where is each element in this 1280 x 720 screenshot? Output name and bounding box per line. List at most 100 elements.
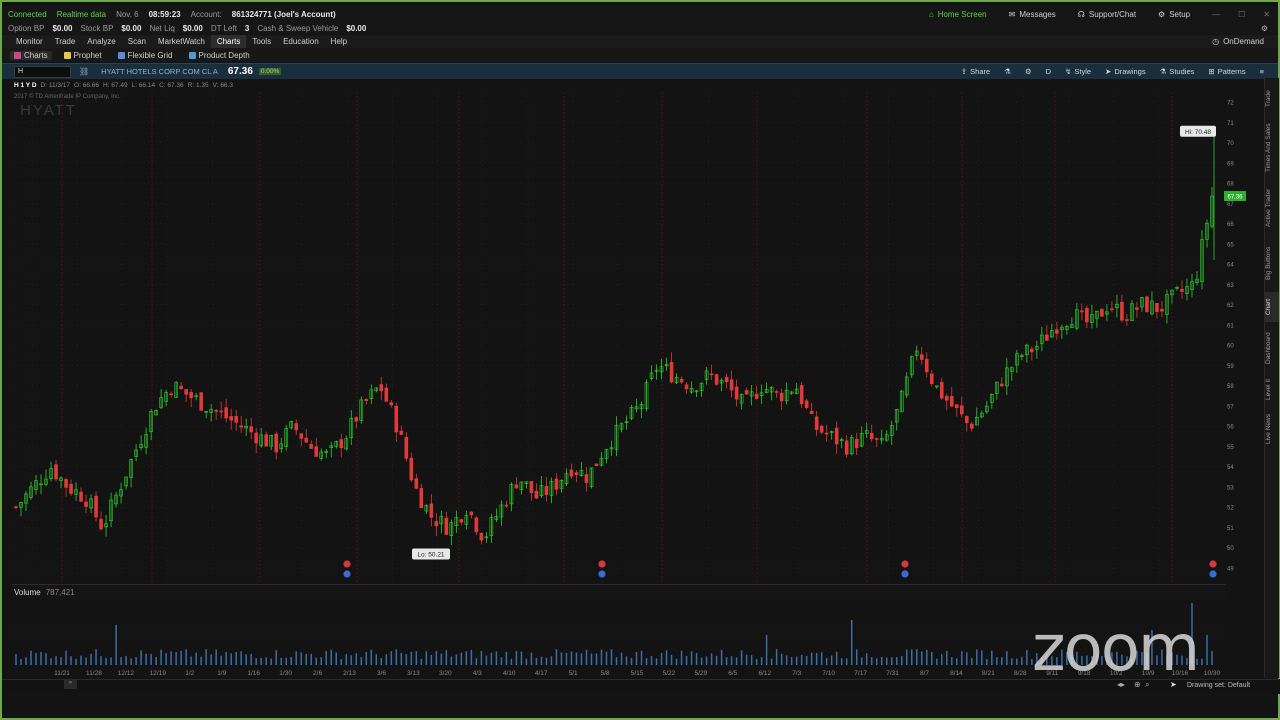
- setup-link[interactable]: ⚙ Setup: [1158, 10, 1190, 19]
- symbol-input[interactable]: H: [14, 65, 71, 78]
- account-select[interactable]: 861324771 (Joel's Account): [232, 10, 336, 19]
- subtab-prophet[interactable]: Prophet: [60, 51, 106, 60]
- time-tick-label: 8/7: [920, 670, 929, 677]
- balance-value: $0.00: [121, 23, 142, 33]
- candle-body: [479, 532, 484, 541]
- candle-body: [944, 395, 949, 401]
- right-tab-big-buttons[interactable]: Big Buttons: [1265, 238, 1279, 288]
- candle-body: [249, 426, 253, 433]
- settings-gear-icon[interactable]: ⚙: [1261, 24, 1268, 33]
- ohlc-close: C: 67.36: [159, 81, 184, 89]
- balance-value: $0.00: [52, 23, 73, 33]
- subtab-label: Charts: [24, 50, 48, 60]
- charts-icon: [14, 51, 21, 59]
- style-button[interactable]: ↯ Style: [1065, 67, 1091, 76]
- subtab-flexible-grid[interactable]: Flexible Grid: [114, 51, 177, 60]
- right-tab-active-trader[interactable]: Active Trader: [1265, 182, 1279, 234]
- subtab-charts[interactable]: Charts: [10, 50, 52, 60]
- flask-button[interactable]: ⚗: [1004, 67, 1011, 76]
- menu-help[interactable]: Help: [325, 35, 353, 48]
- maximize-button[interactable]: ☐: [1238, 10, 1245, 19]
- status-time: 08:59:23: [148, 9, 181, 19]
- candle-body: [534, 490, 539, 499]
- candle-body: [1160, 308, 1164, 312]
- price-tick-label: 52: [1227, 506, 1234, 512]
- chart-subtabs: Charts Prophet Flexible Grid Product Dep…: [2, 48, 1278, 62]
- drawings-button[interactable]: ➤ Drawings: [1105, 67, 1146, 76]
- candle-body: [234, 416, 238, 423]
- menu-icon[interactable]: ≡: [1260, 67, 1264, 76]
- time-tick-label: 11/21: [54, 670, 70, 677]
- right-tab-times-and-sales[interactable]: Times And Sales: [1265, 118, 1279, 178]
- candle-body: [954, 404, 959, 408]
- period-button[interactable]: D: [1046, 67, 1051, 76]
- messages-link[interactable]: ✉ Messages: [1009, 10, 1056, 19]
- candle-body: [304, 437, 309, 443]
- right-tab-chart[interactable]: Chart: [1265, 292, 1279, 322]
- right-tab-level-ii[interactable]: Level II: [1265, 375, 1279, 405]
- ohlc-date: D: 11/3/17: [40, 81, 71, 89]
- candle-body: [919, 354, 924, 360]
- high-label: Hi: 70.48: [1180, 125, 1216, 137]
- menu-monitor[interactable]: Monitor: [10, 35, 49, 48]
- price-tick-label: 71: [1227, 121, 1234, 127]
- status-bar: Connected Realtime data Nov. 6 08:59:23 …: [2, 6, 1278, 22]
- menu-scan[interactable]: Scan: [122, 35, 152, 48]
- balance-value: $0.00: [346, 23, 367, 33]
- share-button[interactable]: ⇪ Share: [961, 67, 990, 76]
- right-tab-live-news[interactable]: Live News: [1265, 409, 1279, 449]
- ohlc-high: H: 67.49: [102, 81, 128, 89]
- time-tick-label: 6/12: [758, 670, 771, 677]
- candle-body: [94, 495, 98, 518]
- ohlc-range: R: 1.35: [187, 81, 209, 89]
- candle-body: [729, 379, 734, 391]
- price-tick-label: 60: [1227, 344, 1234, 350]
- time-tick-label: 2/6: [313, 670, 322, 677]
- candle-body: [364, 399, 369, 401]
- ondemand-button[interactable]: ◷ OnDemand: [1212, 37, 1264, 46]
- candle-body: [824, 432, 829, 435]
- link-icon[interactable]: ⛓: [79, 67, 89, 76]
- candle-body: [844, 440, 849, 455]
- candle-body: [1180, 288, 1184, 292]
- time-tick-label: 7/3: [792, 670, 801, 677]
- time-tick-label: 5/1: [569, 670, 578, 677]
- menu-charts[interactable]: Charts: [210, 35, 247, 48]
- patterns-icon: ⊞: [1208, 67, 1215, 76]
- earnings-marker: [1209, 560, 1217, 568]
- symbol-name: HYATT HOTELS CORP COM CL A: [101, 67, 218, 76]
- home-screen-link[interactable]: ⌂ Home Screen: [929, 10, 987, 19]
- menu-analyze[interactable]: Analyze: [81, 35, 121, 48]
- time-tick-label: 6/5: [728, 670, 737, 677]
- patterns-button[interactable]: ⊞ Patterns: [1208, 67, 1245, 76]
- share-icon: ⇪: [960, 67, 968, 76]
- minimize-button[interactable]: —: [1212, 10, 1220, 19]
- balance-label: DT Left: [210, 23, 237, 33]
- price-tick-label: 66: [1227, 222, 1234, 228]
- candle-body: [874, 438, 879, 440]
- right-tab-trade[interactable]: Trade: [1265, 84, 1279, 114]
- candle-body: [959, 405, 964, 415]
- price-tick-label: 70: [1227, 141, 1234, 147]
- studies-button[interactable]: ⚗ Studies: [1160, 67, 1195, 76]
- high-label-text: Hi: 70.48: [1185, 129, 1211, 136]
- expand-icon[interactable]: ⌃: [64, 680, 77, 689]
- price-chart[interactable]: Hi: 70.48 Lo: 50.21: [12, 92, 1224, 582]
- subtab-product-depth[interactable]: Product Depth: [185, 51, 254, 60]
- candle-body: [869, 432, 874, 440]
- candle-body: [809, 410, 814, 414]
- time-tick-label: 3/6: [377, 670, 386, 677]
- close-button[interactable]: ✕: [1263, 10, 1270, 19]
- chart-period[interactable]: H 1 Y D: [14, 82, 37, 89]
- menu-marketwatch[interactable]: MarketWatch: [152, 35, 211, 48]
- menu-trade[interactable]: Trade: [49, 35, 82, 48]
- candle-body: [64, 478, 68, 488]
- symbol-change: 0.00%: [258, 68, 282, 75]
- menu-education[interactable]: Education: [277, 35, 325, 48]
- support-chat-link[interactable]: ☊ Support/Chat: [1078, 10, 1136, 19]
- menu-tools[interactable]: Tools: [246, 35, 277, 48]
- candle-body: [214, 409, 218, 412]
- settings-button[interactable]: ⚙: [1025, 67, 1032, 76]
- right-tab-dashboard[interactable]: Dashboard: [1265, 326, 1279, 371]
- candle-body: [1100, 308, 1104, 317]
